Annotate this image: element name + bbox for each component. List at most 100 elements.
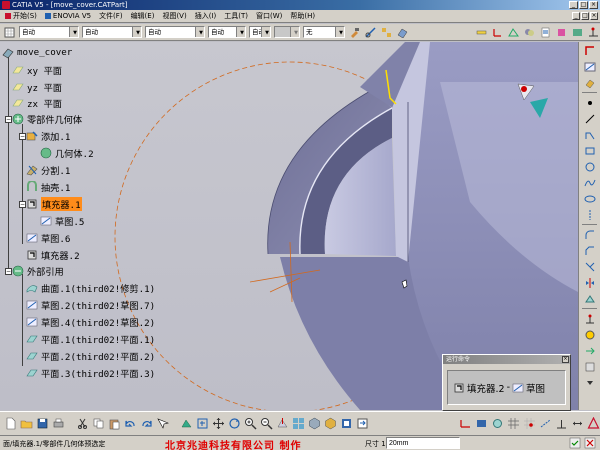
mirror-icon[interactable] [582, 276, 597, 289]
dimension-input[interactable] [386, 437, 460, 449]
tree-item-add-1[interactable]: 添加.1 [26, 129, 70, 143]
part-design-icon[interactable] [396, 25, 409, 39]
menu-view[interactable]: 视图(V) [159, 11, 191, 21]
pad-icon[interactable] [582, 76, 597, 89]
chamfer-icon[interactable] [582, 244, 597, 257]
paste-icon[interactable] [107, 417, 121, 431]
snap-icon[interactable] [522, 417, 536, 431]
cut-icon[interactable] [75, 417, 89, 431]
doc-close-button[interactable]: × [590, 12, 598, 20]
maximize-button[interactable]: □ [579, 1, 588, 9]
ellipse-icon[interactable] [582, 192, 597, 205]
zoom-out-icon[interactable] [259, 417, 273, 431]
hide-show-icon[interactable] [339, 417, 353, 431]
menu-edit[interactable]: 编辑(E) [128, 11, 160, 21]
tree-item-surface-1[interactable]: 曲面.1(third02!修剪.1) [26, 281, 155, 295]
point-type-combo[interactable]: 自动 ▼ [249, 26, 271, 38]
menu-help[interactable]: 帮助(H) [287, 11, 320, 21]
tree-item-pad-2[interactable]: 填充器.2 [26, 248, 80, 262]
menu-insert[interactable]: 插入(I) [192, 11, 222, 21]
axis-icon[interactable] [491, 25, 504, 39]
expand-toggle[interactable]: − [5, 268, 12, 275]
publication-icon[interactable] [539, 25, 552, 39]
input-ok-icon[interactable] [569, 437, 581, 449]
tree-item-external-references[interactable]: 外部引用 [12, 264, 64, 278]
tree-item-part-body[interactable]: 零部件几何体 [12, 112, 82, 126]
tree-item-sketch-5[interactable]: 草图.5 [40, 214, 84, 228]
redo-icon[interactable] [139, 417, 153, 431]
normal-view-icon[interactable] [275, 417, 289, 431]
save-icon[interactable] [35, 417, 49, 431]
trim-icon[interactable] [582, 260, 597, 273]
iso-view-icon[interactable] [307, 417, 321, 431]
whats-this-icon[interactable] [155, 417, 169, 431]
point-icon[interactable] [582, 96, 597, 109]
open-folder-icon[interactable] [19, 417, 33, 431]
new-file-icon[interactable] [3, 417, 17, 431]
knowledge-icon[interactable] [555, 25, 568, 39]
circle-icon[interactable] [582, 160, 597, 173]
rotate-icon[interactable] [227, 417, 241, 431]
menu-enovia[interactable]: ENOVIA V5 [42, 12, 96, 20]
line-type-combo[interactable]: 自动 ▼ [208, 26, 246, 38]
catalog-icon[interactable] [571, 25, 584, 39]
geometric-constraints-icon[interactable] [554, 417, 568, 431]
print-icon[interactable] [51, 417, 65, 431]
sketch-tool-icon[interactable] [364, 25, 377, 39]
menu-file[interactable]: 文件(F) [96, 11, 128, 21]
tree-item-yz-plane[interactable]: yz 平面 [12, 80, 62, 94]
profile-icon[interactable] [582, 128, 597, 141]
color-combo[interactable]: 自动 ▼ [19, 26, 79, 38]
menu-start[interactable]: 开始(S) [2, 11, 42, 21]
format-painter-icon[interactable] [348, 25, 361, 39]
tools-palette[interactable]: 运行命令 × 填充器.2 - 草图 [442, 354, 571, 411]
tree-item-body-2[interactable]: 几何体.2 [40, 146, 94, 160]
more-tools-icon[interactable] [582, 376, 597, 389]
shading-icon[interactable] [323, 417, 337, 431]
expand-toggle[interactable]: − [19, 201, 26, 208]
tree-item-plane-3[interactable]: 平面.3(third02!平面.3) [26, 366, 155, 380]
pan-icon[interactable] [211, 417, 225, 431]
tree-item-pad-1[interactable]: 填充器.1 [26, 196, 82, 211]
doc-maximize-button[interactable]: □ [581, 12, 589, 20]
corner-icon[interactable] [582, 228, 597, 241]
sketch-analysis-icon[interactable] [507, 25, 520, 39]
cut-part-icon[interactable] [474, 417, 488, 431]
sketch-view-icon[interactable] [458, 417, 472, 431]
tree-item-shell-1[interactable]: 抽壳.1 [26, 179, 70, 194]
multi-view-icon[interactable] [291, 417, 305, 431]
project-3d-icon[interactable] [582, 292, 597, 305]
tree-root[interactable]: move_cover [2, 46, 72, 59]
expand-toggle[interactable]: − [19, 133, 26, 140]
fit-all-icon[interactable] [195, 417, 209, 431]
fly-mode-icon[interactable] [179, 417, 193, 431]
line-icon[interactable] [582, 112, 597, 125]
tree-item-xy-plane[interactable]: xy 平面 [12, 63, 62, 77]
tree-item-sketch-6[interactable]: 草图.6 [26, 231, 70, 245]
axis-line-icon[interactable] [582, 208, 597, 221]
measure-icon[interactable] [475, 25, 488, 39]
input-cancel-icon[interactable] [584, 437, 596, 449]
constraints-icon[interactable] [587, 25, 600, 39]
rectangle-icon[interactable] [582, 144, 597, 157]
tree-item-sketch-4[interactable]: 草图.4(third02!草图.2) [26, 315, 155, 329]
zoom-in-icon[interactable] [243, 417, 257, 431]
boolean-icon[interactable] [523, 25, 536, 39]
line-thickness-combo[interactable]: 自动 ▼ [145, 26, 205, 38]
tree-item-sketch-2[interactable]: 草图.2(third02!草图.7) [26, 298, 155, 312]
menu-tools[interactable]: 工具(T) [221, 11, 253, 21]
minimize-button[interactable]: _ [569, 1, 578, 9]
animate-constraint-icon[interactable] [582, 344, 597, 357]
swap-space-icon[interactable] [355, 417, 369, 431]
menu-window[interactable]: 窗口(W) [253, 11, 287, 21]
sketch-icon[interactable] [582, 60, 597, 73]
sketcher-grid-icon[interactable] [3, 25, 16, 39]
exit-workbench-icon[interactable] [582, 44, 597, 57]
grid-icon[interactable] [506, 417, 520, 431]
construction-mode-icon[interactable] [538, 417, 552, 431]
dimensional-constraints-icon[interactable] [570, 417, 584, 431]
tree-item-split-1[interactable]: 分割.1 [26, 163, 70, 177]
pattern-icon[interactable] [380, 25, 393, 39]
layer-combo[interactable]: 无 ▼ [303, 26, 345, 38]
sketch-solving-icon[interactable] [582, 360, 597, 373]
